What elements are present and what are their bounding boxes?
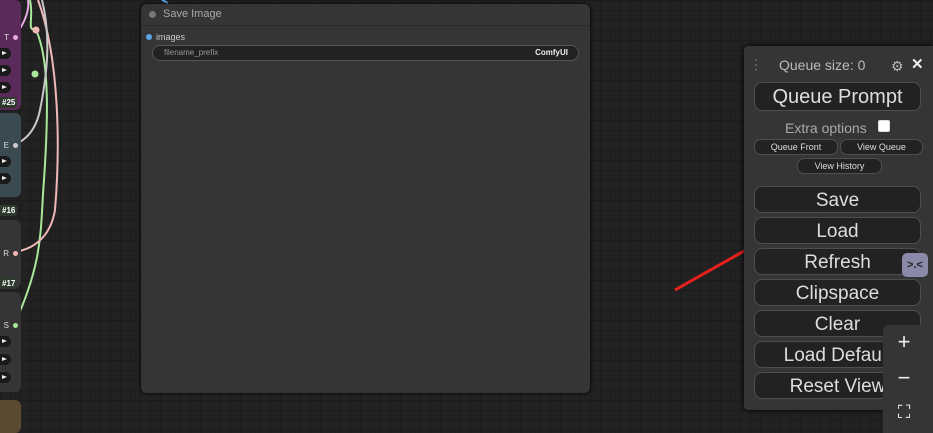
arrow-button[interactable] bbox=[0, 354, 11, 365]
close-icon[interactable]: ✕ bbox=[911, 55, 924, 73]
queue-prompt-button[interactable]: Queue Prompt bbox=[754, 82, 921, 111]
queue-size: Queue size: 0 bbox=[779, 57, 866, 73]
output-dot[interactable] bbox=[13, 143, 18, 148]
extra-options-checkbox[interactable] bbox=[878, 120, 890, 132]
images-input[interactable]: images bbox=[146, 32, 185, 42]
load-button[interactable]: Load bbox=[754, 217, 921, 244]
output-label: T bbox=[4, 33, 9, 42]
arrow-button[interactable] bbox=[0, 65, 11, 76]
output-dot[interactable] bbox=[13, 35, 18, 40]
fit-screen-icon[interactable]: ⛶ bbox=[883, 402, 925, 423]
left-node-1[interactable]: T #25 bbox=[0, 0, 21, 110]
input-label: images bbox=[156, 32, 186, 42]
arrow-button[interactable] bbox=[0, 372, 11, 383]
arrow-button[interactable] bbox=[0, 336, 11, 347]
input-dot[interactable] bbox=[146, 34, 152, 40]
arrow-button[interactable] bbox=[0, 156, 11, 167]
view-queue-button[interactable]: View Queue bbox=[840, 139, 923, 155]
arrow-button[interactable] bbox=[0, 173, 11, 184]
save-button[interactable]: Save bbox=[754, 186, 921, 213]
output-label: E bbox=[3, 141, 9, 150]
node-id: #25 bbox=[0, 97, 18, 108]
badge-icon[interactable]: >.< bbox=[902, 253, 928, 277]
left-node-5[interactable] bbox=[0, 400, 21, 433]
output-dot[interactable] bbox=[13, 251, 18, 256]
widget-value: ComfyUI bbox=[535, 48, 568, 57]
filename-prefix-widget[interactable]: filename_prefix ComfyUI bbox=[152, 45, 579, 61]
node-id: #16 bbox=[0, 205, 18, 216]
collapse-dot[interactable] bbox=[149, 11, 156, 18]
view-history-button[interactable]: View History bbox=[797, 158, 882, 174]
arrow-button[interactable] bbox=[0, 82, 11, 93]
node-title-text: Save Image bbox=[163, 8, 222, 20]
minus-icon[interactable]: − bbox=[883, 365, 925, 391]
extra-options-label: Extra options bbox=[785, 120, 867, 136]
plus-icon[interactable]: + bbox=[883, 329, 925, 355]
left-node-2[interactable]: E bbox=[0, 113, 21, 197]
output-dot[interactable] bbox=[13, 323, 18, 328]
output-label: S bbox=[3, 321, 9, 330]
output-label: R bbox=[3, 249, 9, 258]
clipspace-button[interactable]: Clipspace bbox=[754, 279, 921, 306]
gear-icon[interactable]: ⚙ bbox=[891, 58, 904, 75]
refresh-button[interactable]: Refresh bbox=[754, 248, 921, 275]
drag-handle-icon[interactable]: · · · bbox=[754, 53, 758, 75]
node-title[interactable]: Save Image bbox=[141, 4, 590, 26]
left-node-3[interactable]: R #17 bbox=[0, 220, 21, 289]
left-node-4[interactable]: S bbox=[0, 292, 21, 392]
arrow-button[interactable] bbox=[0, 48, 11, 59]
save-image-node[interactable]: Save Image images filename_prefix ComfyU… bbox=[141, 4, 590, 393]
widget-label: filename_prefix bbox=[164, 48, 219, 57]
zoom-controls: + − ⛶ bbox=[883, 325, 933, 433]
queue-front-button[interactable]: Queue Front bbox=[754, 139, 838, 155]
node-id: #17 bbox=[0, 278, 18, 289]
